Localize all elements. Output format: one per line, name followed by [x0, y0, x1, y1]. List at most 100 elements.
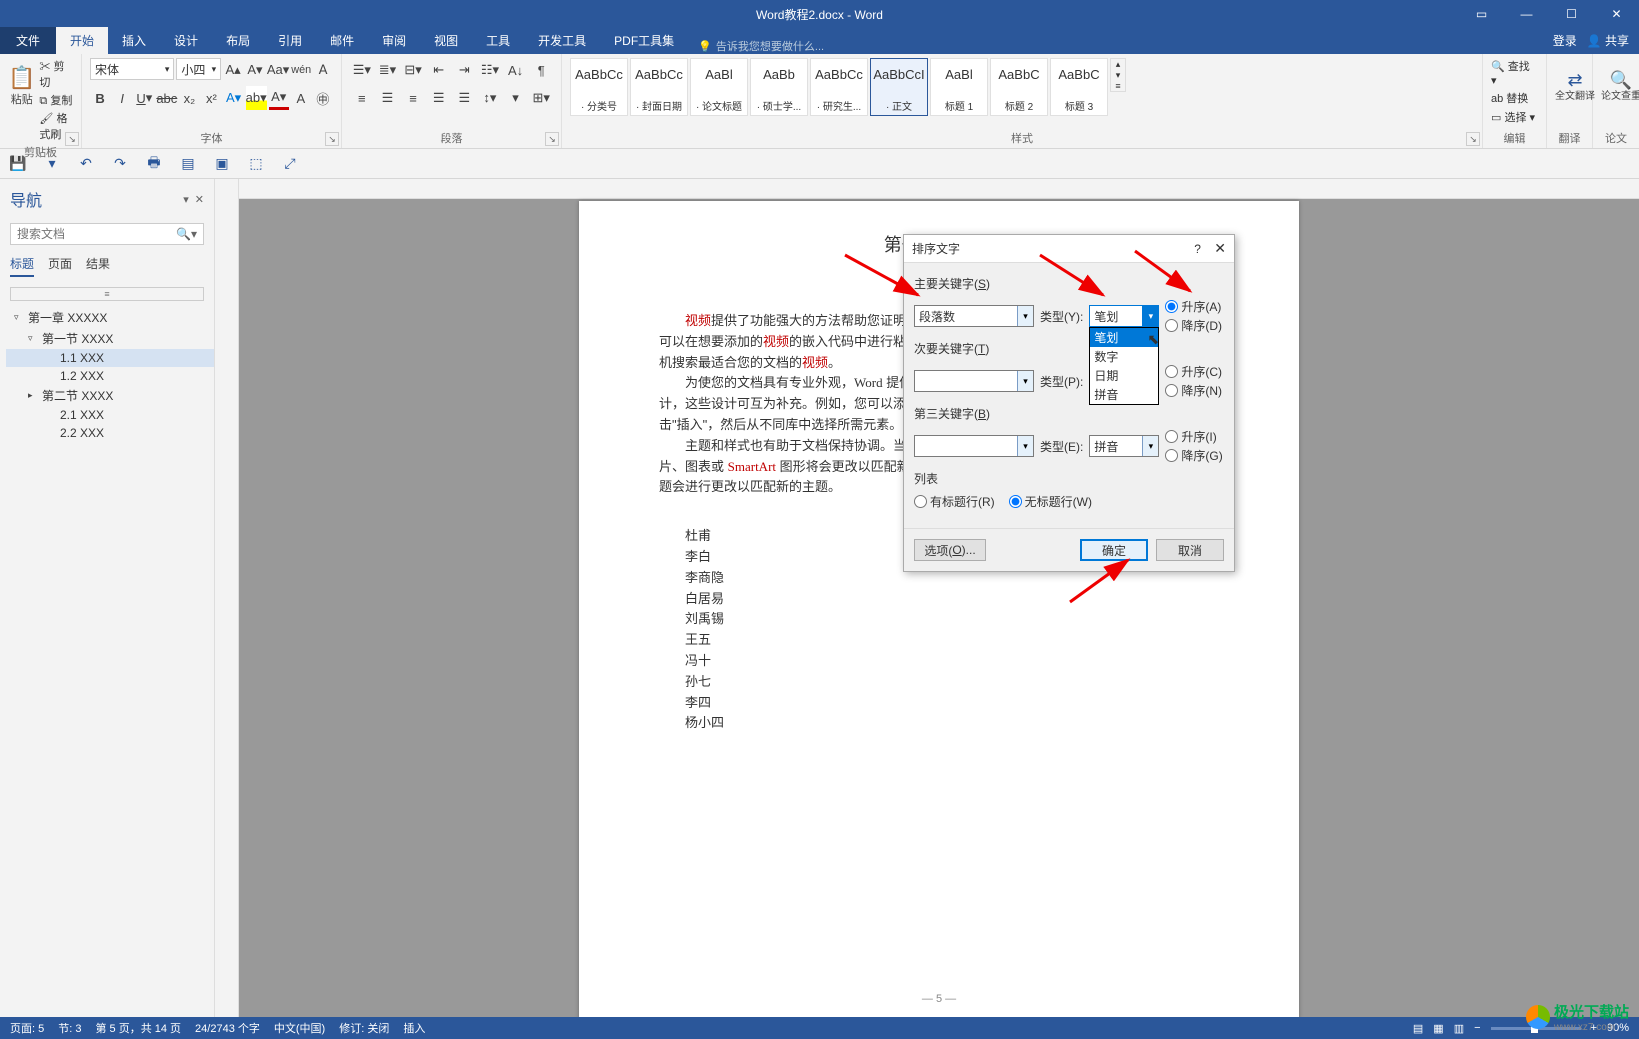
tab-insert[interactable]: 插入 — [108, 27, 160, 54]
nav-tab-pages[interactable]: 页面 — [48, 255, 72, 277]
superscript-button[interactable]: x² — [201, 86, 221, 110]
status-track[interactable]: 修订: 关闭 — [339, 1020, 389, 1036]
italic-button[interactable]: I — [112, 86, 132, 110]
style-item[interactable]: AaBbC标题 2 — [990, 58, 1048, 116]
sort3-desc-radio[interactable]: 降序(G) — [1165, 447, 1222, 464]
shading-button[interactable]: ▾ — [504, 86, 528, 110]
find-button[interactable]: 🔍 查找 ▾ — [1491, 58, 1538, 87]
ribbon-display-options-icon[interactable]: ▭ — [1459, 0, 1504, 28]
show-marks-button[interactable]: ¶ — [529, 58, 553, 82]
caret-icon[interactable]: ▿ — [14, 312, 24, 323]
highlight-button[interactable]: ab▾ — [246, 86, 267, 110]
qat-btn-6[interactable]: ▣ — [212, 154, 232, 174]
font-color-button[interactable]: A▾ — [269, 86, 289, 110]
nav-tree-node[interactable]: 1.2 XXX — [6, 367, 214, 385]
strike-button[interactable]: abc — [156, 86, 177, 110]
full-translate-button[interactable]: ⇄ 全文翻译 — [1555, 58, 1595, 114]
caret-icon[interactable]: ▸ — [28, 390, 38, 401]
underline-button[interactable]: U▾ — [134, 86, 154, 110]
dialog-help-icon[interactable]: ? — [1194, 242, 1201, 256]
char-shading-button[interactable]: A — [291, 86, 311, 110]
ok-button[interactable]: 确定 — [1080, 539, 1148, 561]
nav-tab-headings[interactable]: 标题 — [10, 255, 34, 277]
tell-me-box[interactable]: 💡 告诉我您想要做什么... — [698, 38, 824, 54]
font-dialog-launcher[interactable]: ↘ — [325, 132, 339, 146]
sort-button[interactable]: A↓ — [504, 58, 528, 82]
dialog-close-icon[interactable]: ✕ — [1214, 240, 1226, 256]
nav-tree-node[interactable]: 2.1 XXX — [6, 406, 214, 424]
status-lang[interactable]: 中文(中国) — [274, 1020, 325, 1036]
status-section[interactable]: 节: 3 — [58, 1020, 81, 1036]
tab-references[interactable]: 引用 — [264, 27, 316, 54]
nav-tree-node[interactable]: 1.1 XXX — [6, 349, 214, 367]
cut-button[interactable]: ✂ 剪切 — [39, 58, 73, 90]
qat-btn-5[interactable]: ▤ — [178, 154, 198, 174]
asian-layout-button[interactable]: ☷▾ — [478, 58, 502, 82]
change-case-button[interactable]: Aa▾ — [267, 58, 289, 82]
copy-button[interactable]: ⧉ 复制 — [39, 92, 73, 108]
align-right-button[interactable]: ≡ — [401, 86, 425, 110]
options-button[interactable]: 选项(O)... — [914, 539, 986, 561]
sort2-asc-radio[interactable]: 升序(C) — [1165, 363, 1222, 380]
tab-file[interactable]: 文件 — [0, 27, 56, 54]
sort3-asc-radio[interactable]: 升序(I) — [1165, 428, 1222, 445]
text-effects-button[interactable]: A▾ — [224, 86, 244, 110]
header-row-radio[interactable]: 有标题行(R) — [914, 493, 995, 510]
numbering-button[interactable]: ≣▾ — [376, 58, 400, 82]
redo-button[interactable]: ↷ — [110, 154, 130, 174]
styles-scroll-down[interactable]: ▾ — [1111, 70, 1125, 81]
decrease-indent-button[interactable]: ⇤ — [427, 58, 451, 82]
zoom-out-button[interactable]: − — [1474, 1022, 1480, 1034]
tab-review[interactable]: 审阅 — [368, 27, 420, 54]
enclose-char-button[interactable]: ㊥ — [313, 86, 333, 110]
login-button[interactable]: 登录 — [1553, 32, 1577, 49]
align-center-button[interactable]: ☰ — [376, 86, 400, 110]
view-read-icon[interactable]: ▤ — [1413, 1022, 1423, 1035]
bold-button[interactable]: B — [90, 86, 110, 110]
thesis-check-button[interactable]: 🔍 论文查重 — [1601, 58, 1639, 114]
sort1-asc-radio[interactable]: 升序(A) — [1165, 298, 1222, 315]
style-item[interactable]: AaBl标题 1 — [930, 58, 988, 116]
type1-select[interactable]: 笔划▾ — [1089, 305, 1159, 327]
tab-pdf-tools[interactable]: PDF工具集 — [600, 27, 688, 54]
subscript-button[interactable]: x₂ — [179, 86, 199, 110]
key2-field-select[interactable]: ▾ — [914, 370, 1034, 392]
clipboard-dialog-launcher[interactable]: ↘ — [65, 132, 79, 146]
nav-search-box[interactable]: 🔍▾ — [10, 223, 204, 245]
distribute-button[interactable]: ☰ — [453, 86, 477, 110]
caret-icon[interactable]: ▿ — [28, 333, 38, 344]
view-print-icon[interactable]: ▦ — [1433, 1022, 1443, 1035]
bullets-button[interactable]: ☰▾ — [350, 58, 374, 82]
nav-dropdown-icon[interactable]: ▾ — [183, 193, 189, 206]
status-page-of[interactable]: 第 5 页，共 14 页 — [95, 1020, 181, 1036]
print-button[interactable]: 🖶 — [144, 154, 164, 174]
nav-tree-node[interactable]: 2.2 XXX — [6, 424, 214, 442]
increase-indent-button[interactable]: ⇥ — [453, 58, 477, 82]
tab-tools[interactable]: 工具 — [472, 27, 524, 54]
paragraph-dialog-launcher[interactable]: ↘ — [545, 132, 559, 146]
key3-field-select[interactable]: ▾ — [914, 435, 1034, 457]
qat-btn-8[interactable]: ⤢ — [280, 154, 300, 174]
char-border-button[interactable]: 𝖠 — [313, 58, 333, 82]
replace-button[interactable]: ab 替换 — [1491, 90, 1538, 106]
key1-field-select[interactable]: 段落数▾ — [914, 305, 1034, 327]
multilevel-button[interactable]: ⊟▾ — [401, 58, 425, 82]
style-item[interactable]: AaBbC标题 3 — [1050, 58, 1108, 116]
style-item[interactable]: AaBbCc· 封面日期 — [630, 58, 688, 116]
tab-home[interactable]: 开始 — [56, 27, 108, 54]
shrink-font-button[interactable]: A▾ — [245, 58, 265, 82]
paste-button[interactable]: 📋 粘贴 — [8, 58, 35, 114]
sort2-desc-radio[interactable]: 降序(N) — [1165, 382, 1222, 399]
tab-design[interactable]: 设计 — [160, 27, 212, 54]
style-item[interactable]: AaBl· 论文标题 — [690, 58, 748, 116]
tab-view[interactable]: 视图 — [420, 27, 472, 54]
type3-select[interactable]: 拼音▾ — [1089, 435, 1159, 457]
view-web-icon[interactable]: ▥ — [1454, 1022, 1464, 1035]
font-name-select[interactable]: 宋体▾ — [90, 58, 174, 80]
status-page[interactable]: 页面: 5 — [10, 1020, 44, 1036]
nav-close-icon[interactable]: ✕ — [195, 193, 204, 206]
minimize-icon[interactable]: — — [1504, 0, 1549, 28]
status-insert[interactable]: 插入 — [403, 1020, 425, 1036]
cancel-button[interactable]: 取消 — [1156, 539, 1224, 561]
justify-button[interactable]: ☰ — [427, 86, 451, 110]
